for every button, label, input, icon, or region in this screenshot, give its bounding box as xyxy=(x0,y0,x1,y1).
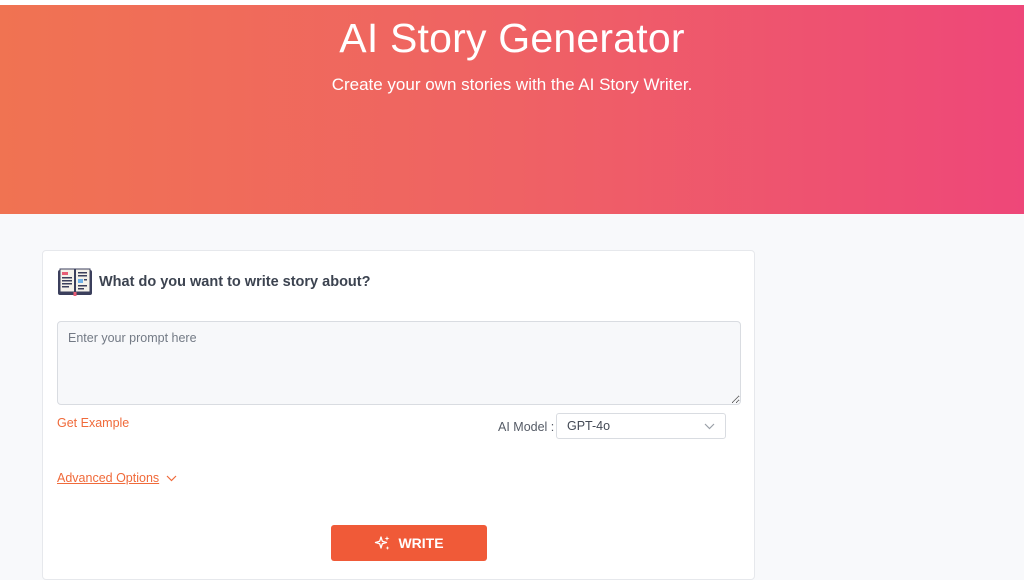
chevron-down-icon xyxy=(704,423,715,429)
card-header: What do you want to write story about? xyxy=(57,267,370,297)
advanced-options-label: Advanced Options xyxy=(57,471,160,485)
ai-model-value: GPT-4o xyxy=(567,419,611,433)
write-button-label: WRITE xyxy=(398,535,444,551)
card-title: What do you want to write story about? xyxy=(99,274,371,290)
sparkle-icon xyxy=(375,535,390,550)
page-subtitle: Create your own stories with the AI Stor… xyxy=(331,75,693,94)
page-title: AI Story Generator xyxy=(339,15,685,61)
chevron-down-icon xyxy=(166,475,177,481)
advanced-options-toggle[interactable]: Advanced Options xyxy=(57,471,177,485)
prompt-input[interactable] xyxy=(57,321,741,405)
open-book-icon xyxy=(58,268,92,296)
ai-model-select[interactable]: GPT-4o xyxy=(556,413,726,439)
hero-banner: AI Story Generator Create your own stori… xyxy=(0,5,1024,214)
get-example-link[interactable]: Get Example xyxy=(57,416,129,430)
ai-model-label: AI Model : xyxy=(498,420,555,434)
write-button[interactable]: WRITE xyxy=(331,525,487,561)
story-form-card: What do you want to write story about? G… xyxy=(42,250,755,580)
